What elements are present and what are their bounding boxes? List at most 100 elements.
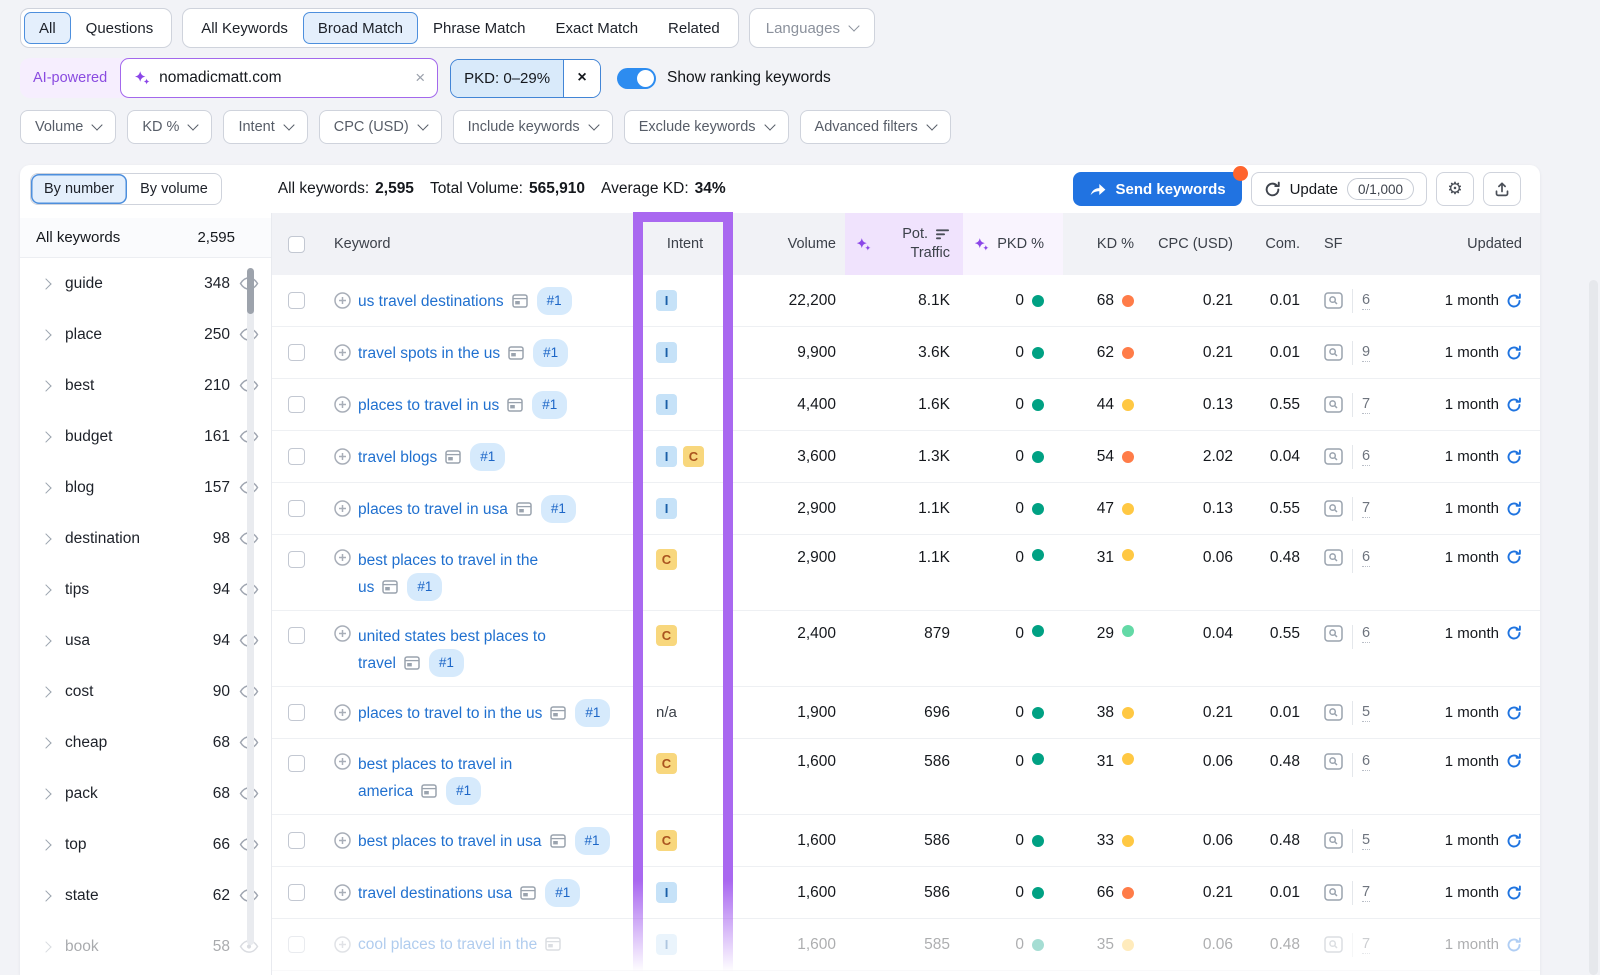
intent-header[interactable]: Intent — [635, 213, 735, 275]
expand-chevron-icon[interactable] — [40, 584, 51, 595]
tab-all-keywords[interactable]: All Keywords — [186, 12, 303, 44]
serp-preview-icon[interactable] — [421, 784, 437, 798]
row-checkbox[interactable] — [288, 832, 305, 849]
tab-broad-match[interactable]: Broad Match — [303, 12, 418, 44]
sidebar-item-top[interactable]: top 66 — [20, 819, 271, 870]
sf-count[interactable]: 9 — [1362, 344, 1370, 362]
tab-phrase-match[interactable]: Phrase Match — [418, 12, 541, 44]
sidebar-item-pack[interactable]: pack 68 — [20, 768, 271, 819]
expand-chevron-icon[interactable] — [40, 329, 51, 340]
position-badge[interactable]: #1 — [545, 879, 580, 907]
serp-preview-icon[interactable] — [382, 580, 398, 594]
row-checkbox[interactable] — [288, 396, 305, 413]
refresh-icon[interactable] — [1506, 833, 1522, 849]
row-checkbox[interactable] — [288, 627, 305, 644]
position-badge[interactable]: #1 — [575, 699, 610, 727]
serp-preview-icon[interactable] — [508, 346, 524, 360]
keyword-link[interactable]: cool places to travel in the — [358, 936, 537, 953]
sidebar-item-best[interactable]: best 210 — [20, 360, 271, 411]
expand-chevron-icon[interactable] — [40, 941, 51, 952]
sf-count[interactable]: 7 — [1362, 936, 1370, 954]
export-button[interactable] — [1483, 172, 1521, 206]
serp-features-icon[interactable] — [1324, 884, 1343, 901]
all-keywords-header[interactable]: All keywords 2,595 — [20, 218, 271, 258]
position-badge[interactable]: #1 — [537, 287, 572, 315]
serp-preview-icon[interactable] — [512, 294, 528, 308]
sidebar-scrollbar-thumb[interactable] — [247, 268, 254, 314]
tab-questions[interactable]: Questions — [71, 12, 169, 44]
serp-features-icon[interactable] — [1324, 396, 1343, 413]
page-scrollbar[interactable] — [1589, 280, 1598, 975]
sidebar-item-tips[interactable]: tips 94 — [20, 564, 271, 615]
add-keyword-icon[interactable] — [334, 500, 351, 517]
position-badge[interactable]: #1 — [541, 495, 576, 523]
refresh-icon[interactable] — [1506, 293, 1522, 309]
filter-dropdown-cpc-usd-[interactable]: CPC (USD) — [319, 110, 442, 144]
position-badge[interactable]: #1 — [446, 777, 481, 805]
add-keyword-icon[interactable] — [334, 936, 351, 953]
sf-count[interactable]: 7 — [1362, 884, 1370, 902]
sidebar-item-destination[interactable]: destination 98 — [20, 513, 271, 564]
add-keyword-icon[interactable] — [334, 625, 351, 642]
add-keyword-icon[interactable] — [334, 753, 351, 770]
row-checkbox[interactable] — [288, 704, 305, 721]
serp-preview-icon[interactable] — [520, 886, 536, 900]
sidebar-item-cost[interactable]: cost 90 — [20, 666, 271, 717]
filter-dropdown-intent[interactable]: Intent — [223, 110, 307, 144]
update-button[interactable]: Update 0/1,000 — [1251, 172, 1427, 206]
sidebar-item-state[interactable]: state 62 — [20, 870, 271, 921]
serp-preview-icon[interactable] — [445, 450, 461, 464]
expand-chevron-icon[interactable] — [40, 278, 51, 289]
serp-features-icon[interactable] — [1324, 936, 1343, 953]
refresh-icon[interactable] — [1506, 625, 1522, 641]
serp-preview-icon[interactable] — [516, 502, 532, 516]
add-keyword-icon[interactable] — [334, 344, 351, 361]
keyword-link[interactable]: best places to travel in usa — [358, 833, 542, 850]
keyword-link[interactable]: places to travel in usa — [358, 501, 508, 518]
refresh-icon[interactable] — [1506, 549, 1522, 565]
sf-count[interactable]: 5 — [1362, 704, 1370, 722]
refresh-icon[interactable] — [1506, 449, 1522, 465]
serp-preview-icon[interactable] — [550, 706, 566, 720]
add-keyword-icon[interactable] — [334, 396, 351, 413]
keyword-link[interactable]: travel blogs — [358, 449, 437, 466]
position-badge[interactable]: #1 — [575, 827, 610, 855]
settings-button[interactable]: ⚙ — [1436, 172, 1474, 206]
serp-features-icon[interactable] — [1324, 500, 1343, 517]
serp-features-icon[interactable] — [1324, 704, 1343, 721]
serp-features-icon[interactable] — [1324, 625, 1343, 642]
sidebar-item-book[interactable]: book 58 — [20, 921, 271, 972]
serp-preview-icon[interactable] — [545, 937, 561, 951]
keyword-link[interactable]: us travel destinations — [358, 293, 504, 310]
position-badge[interactable]: #1 — [470, 443, 505, 471]
keyword-link[interactable]: places to travel to in the us — [358, 705, 542, 722]
serp-features-icon[interactable] — [1324, 549, 1343, 566]
add-keyword-icon[interactable] — [334, 448, 351, 465]
serp-preview-icon[interactable] — [507, 398, 523, 412]
sf-header[interactable]: SF — [1304, 213, 1380, 275]
sf-count[interactable]: 7 — [1362, 396, 1370, 414]
add-keyword-icon[interactable] — [334, 549, 351, 566]
row-checkbox[interactable] — [288, 500, 305, 517]
tab-exact-match[interactable]: Exact Match — [541, 12, 654, 44]
refresh-icon[interactable] — [1506, 705, 1522, 721]
keyword-link[interactable]: travel destinations usa — [358, 885, 512, 902]
row-checkbox[interactable] — [288, 884, 305, 901]
row-checkbox[interactable] — [288, 292, 305, 309]
search-input[interactable] — [159, 69, 407, 87]
row-checkbox[interactable] — [288, 551, 305, 568]
sf-count[interactable]: 6 — [1362, 448, 1370, 466]
filter-dropdown-advanced-filters[interactable]: Advanced filters — [800, 110, 951, 144]
refresh-icon[interactable] — [1506, 345, 1522, 361]
add-keyword-icon[interactable] — [334, 292, 351, 309]
domain-search-field[interactable]: × — [120, 58, 438, 98]
clear-search-icon[interactable]: × — [415, 68, 425, 88]
row-checkbox[interactable] — [288, 448, 305, 465]
sf-count[interactable]: 6 — [1362, 292, 1370, 310]
serp-features-icon[interactable] — [1324, 448, 1343, 465]
expand-chevron-icon[interactable] — [40, 533, 51, 544]
filter-dropdown-exclude-keywords[interactable]: Exclude keywords — [624, 110, 789, 144]
refresh-icon[interactable] — [1506, 937, 1522, 953]
add-keyword-icon[interactable] — [334, 832, 351, 849]
expand-chevron-icon[interactable] — [40, 788, 51, 799]
